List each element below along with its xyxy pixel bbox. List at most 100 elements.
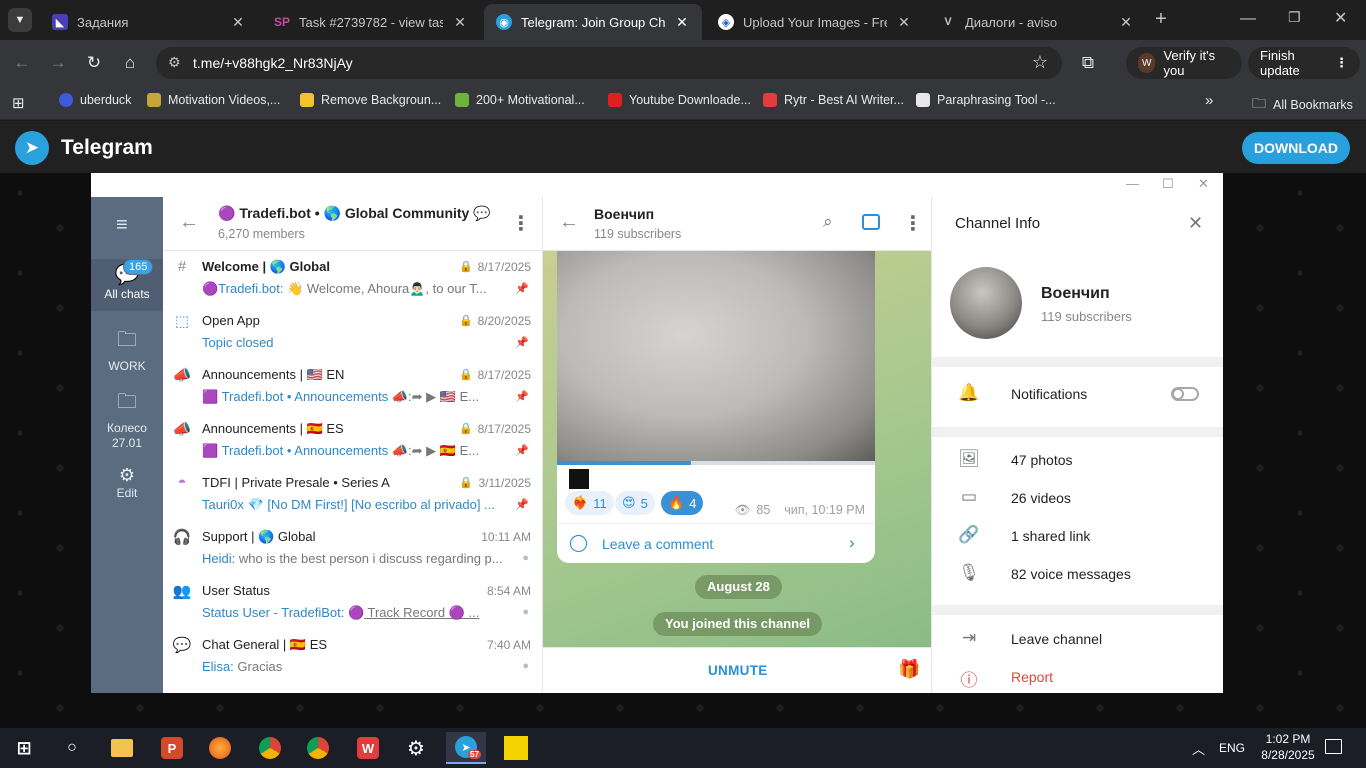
exness-button[interactable] <box>496 732 536 764</box>
firefox-button[interactable] <box>200 732 240 764</box>
start-button[interactable]: ⊞ <box>4 732 44 764</box>
views-count: 85 <box>756 503 771 517</box>
channel-name[interactable]: Военчип <box>594 206 654 222</box>
topic-row[interactable]: # Welcome | 🌎 Global 🔒 8/17/2025 🟣Tradef… <box>163 251 543 305</box>
avatar-icon: W <box>1138 53 1156 73</box>
app-close-button[interactable]: ✕ <box>1198 176 1209 192</box>
media-label: 26 videos <box>1011 490 1071 506</box>
wps-office-button[interactable]: W <box>348 732 388 764</box>
app-maximize-button[interactable]: ☐ <box>1162 176 1174 192</box>
maximize-window-button[interactable]: ❐ <box>1288 9 1301 26</box>
topic-row[interactable]: ⬚ Open App 🔒 8/20/2025 Topic closed 📌 <box>163 305 543 359</box>
tab-search-button[interactable]: ▼ <box>8 8 32 32</box>
home-button[interactable]: ⌂ <box>118 51 142 75</box>
search-button[interactable]: ○ <box>52 732 92 764</box>
folder-edit[interactable]: ⚙ Edit <box>91 465 163 500</box>
tab-aviso[interactable]: V Диалоги - aviso ✕ <box>928 4 1146 40</box>
telegram-taskbar-button[interactable]: ➤ 57 <box>446 732 486 764</box>
topic-row[interactable]: 👥 User Status 8:54 AM Status User - Trad… <box>163 575 543 629</box>
pin-icon: 📌 <box>515 283 529 295</box>
all-bookmarks-button[interactable]: 🗀 All Bookmarks <box>1252 93 1353 117</box>
bookmark-remove-background[interactable]: Remove Backgroun... <box>300 93 441 107</box>
forward-button[interactable]: → <box>46 51 70 75</box>
verify-profile-button[interactable]: W Verify it's you <box>1126 47 1242 79</box>
folder-icon: 🗀 <box>117 391 137 413</box>
bookmark-motivation[interactable]: Motivation Videos,... <box>147 93 280 107</box>
reaction-fire[interactable]: 🔥 4 <box>661 491 704 515</box>
show-hidden-icons[interactable]: ︿ <box>1192 739 1205 758</box>
close-icon[interactable]: ✕ <box>452 14 468 31</box>
video-thumbnail[interactable] <box>557 251 875 461</box>
folder-work[interactable]: 🗀 WORK <box>91 325 163 373</box>
more-vertical-icon[interactable]: ⋮ <box>511 211 531 236</box>
topic-row[interactable]: 📣 Announcements | 🇺🇸 EN 🔒 8/17/2025 🟪 Tr… <box>163 359 543 413</box>
bookmark-paraphrasing[interactable]: Paraphrasing Tool -... <box>916 93 1056 107</box>
reload-button[interactable]: ↻ <box>82 51 106 75</box>
address-bar[interactable]: ⚙ t.me/+v88hgk2_Nr83NjAy ☆ <box>156 47 1062 79</box>
topic-row[interactable]: ◓ TDFI | Private Presale • Series A 🔒 3/… <box>163 467 543 521</box>
app-title-bar: — ☐ ✕ <box>91 173 1223 197</box>
close-icon[interactable]: ✕ <box>896 14 912 31</box>
search-icon[interactable]: ⌕ <box>823 212 833 232</box>
bookmark-rytr[interactable]: Rytr - Best AI Writer... <box>763 93 904 107</box>
tab-task[interactable]: SP Task #2739782 - view task ✕ <box>262 4 480 40</box>
file-explorer-button[interactable] <box>102 732 142 764</box>
gift-icon[interactable]: 🎁 <box>898 659 920 680</box>
sidebar-toggle-icon[interactable] <box>862 214 880 230</box>
leave-channel-row[interactable]: ⇥ Leave channel <box>932 620 1223 658</box>
close-window-button[interactable]: ✕ <box>1334 8 1347 28</box>
clock[interactable]: 1:02 PM 8/28/2025 <box>1258 731 1318 763</box>
back-button[interactable]: ← <box>10 51 34 75</box>
close-icon[interactable]: ✕ <box>1188 213 1203 234</box>
more-vertical-icon[interactable]: ⋮ <box>903 211 923 236</box>
video-progress-bar[interactable] <box>557 461 875 465</box>
app-minimize-button[interactable]: — <box>1126 176 1139 191</box>
notifications-row[interactable]: 🔔 Notifications <box>932 375 1223 413</box>
topic-row[interactable]: 🎧 Support | 🌎 Global 10:11 AM Heidi: who… <box>163 521 543 575</box>
apps-icon[interactable]: ⊞ <box>12 94 25 112</box>
wps-presentation-button[interactable]: P <box>152 732 192 764</box>
language-indicator[interactable]: ENG <box>1219 741 1245 755</box>
notifications-toggle[interactable] <box>1171 387 1199 401</box>
finish-update-button[interactable]: Finish update ⋮ <box>1248 47 1360 79</box>
notification-center-icon[interactable] <box>1325 739 1342 754</box>
tab-zadaniya[interactable]: ◣ Задания ✕ <box>40 4 258 40</box>
bookmark-youtube-downloader[interactable]: Youtube Downloade... <box>608 93 751 107</box>
close-icon[interactable]: ✕ <box>230 14 246 31</box>
media-photos-row[interactable]: 🖼 47 photos <box>932 441 1223 479</box>
channel-avatar[interactable] <box>950 267 1022 339</box>
bookmark-star-icon[interactable]: ☆ <box>1032 52 1048 73</box>
chrome-button[interactable] <box>298 732 338 764</box>
topic-row[interactable]: 💬 Chat General | 🇪🇸 ES 7:40 AM Elisa: Gr… <box>163 629 543 683</box>
media-voice-row[interactable]: 🎙 82 voice messages <box>932 555 1223 593</box>
minimize-window-button[interactable]: — <box>1240 10 1256 28</box>
tab-telegram[interactable]: ◉ Telegram: Join Group Chat ✕ <box>484 4 702 40</box>
report-row[interactable]: ⓘ Report <box>932 658 1223 693</box>
close-icon[interactable]: ✕ <box>1118 14 1134 31</box>
more-bookmarks-icon[interactable]: » <box>1205 92 1213 109</box>
menu-icon[interactable]: ≡ <box>116 214 128 237</box>
leave-comment-button[interactable]: ◯ Leave a comment › <box>557 523 875 563</box>
bookmark-200-motivational[interactable]: 200+ Motivational... <box>455 93 585 107</box>
tab-upload-images[interactable]: ◈ Upload Your Images - Free Im ✕ <box>706 4 924 40</box>
bookmark-uberduck[interactable]: uberduck <box>59 93 131 107</box>
topic-title: Open App <box>202 313 260 328</box>
reaction-heart-fire[interactable]: ❤️‍🔥 11 <box>565 491 614 515</box>
unmute-button[interactable]: UNMUTE <box>708 663 768 678</box>
back-arrow-icon[interactable]: ← <box>559 211 579 234</box>
media-videos-row[interactable]: ▭ 26 videos <box>932 479 1223 517</box>
reaction-heart-eyes[interactable]: 😍 5 <box>615 491 655 515</box>
close-icon[interactable]: ✕ <box>674 14 690 31</box>
settings-button[interactable]: ⚙ <box>396 732 436 764</box>
folder-koleso[interactable]: 🗀 Колесо 27.01 <box>91 387 163 451</box>
site-settings-icon[interactable]: ⚙ <box>168 54 181 71</box>
preview-text: who is the best person i discuss regardi… <box>235 551 502 566</box>
media-links-row[interactable]: 🔗 1 shared link <box>932 517 1223 555</box>
folder-all-chats[interactable]: 💬 165 All chats <box>91 259 163 311</box>
new-tab-button[interactable]: + <box>1150 9 1172 31</box>
download-button[interactable]: DOWNLOAD <box>1242 132 1350 164</box>
back-arrow-icon[interactable]: ← <box>179 211 199 234</box>
topic-row[interactable]: 📣 Announcements | 🇪🇸 ES 🔒 8/17/2025 🟪 Tr… <box>163 413 543 467</box>
chrome-profile-button[interactable] <box>250 732 290 764</box>
extensions-button[interactable]: ⧉ <box>1076 51 1100 75</box>
